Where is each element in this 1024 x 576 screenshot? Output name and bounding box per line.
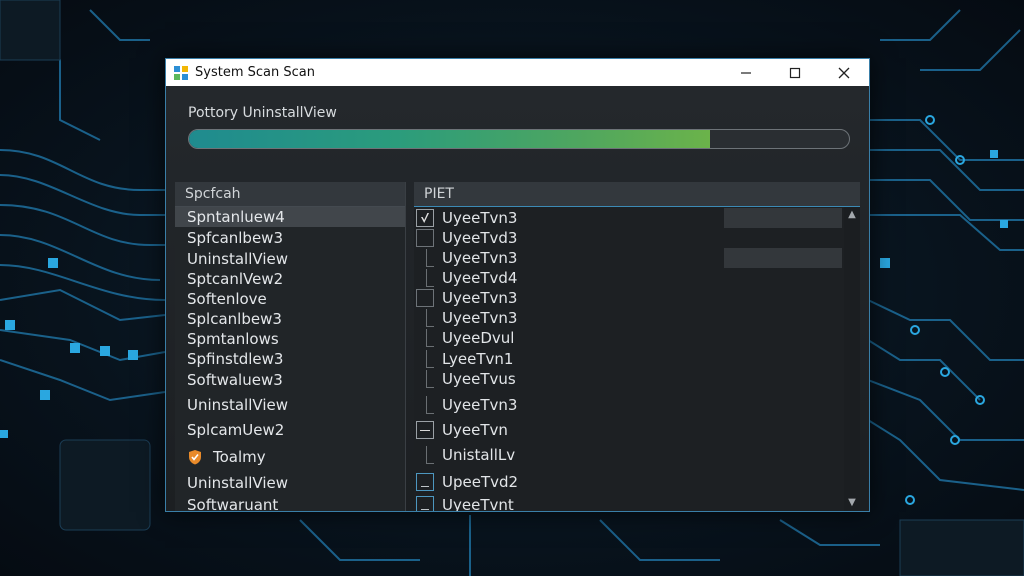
category-list-item-label: UninstallView bbox=[187, 396, 288, 414]
tree-item-label: UyeeTvn3 bbox=[442, 309, 518, 327]
tree-item[interactable]: UpeeTvd2 bbox=[414, 472, 844, 492]
category-list-item-label: Spfinstdlew3 bbox=[187, 350, 284, 368]
category-list-item-label: Splcanlbew3 bbox=[187, 310, 282, 328]
tree-item[interactable]: UyeeDvul bbox=[414, 328, 844, 348]
tree-connector-icon bbox=[416, 269, 434, 287]
item-checkbox[interactable] bbox=[416, 473, 434, 491]
scan-window: System Scan Scan Pottory UninstallView S… bbox=[165, 58, 870, 512]
progress-fill bbox=[189, 130, 711, 148]
tree-item[interactable]: UyeeTvd3 bbox=[414, 228, 844, 248]
tree-item[interactable]: UyeeTvn3 bbox=[414, 248, 844, 268]
category-list-item[interactable]: Splcanlbew3 bbox=[175, 309, 405, 329]
detail-tree-panel: PIET UyeeTvn3 UyeeTvd3 UyeeTvn3 UyeeTvd4 Uye… bbox=[414, 182, 860, 511]
category-list-item[interactable]: Spntanluew4 bbox=[175, 207, 405, 227]
tree-item[interactable]: UyeeTvnt bbox=[414, 495, 844, 512]
category-list-item-label: SptcanlVew2 bbox=[187, 270, 284, 288]
tree-connector-icon bbox=[416, 370, 434, 388]
category-list-item[interactable]: Spfcanlbew3 bbox=[175, 228, 405, 248]
category-list-item-label: UninstallView bbox=[187, 474, 288, 492]
scroll-down-arrow-icon[interactable]: ▼ bbox=[844, 495, 860, 511]
scan-progress-bar bbox=[188, 129, 850, 149]
tree-item-label: UyeeTvd4 bbox=[442, 269, 518, 287]
shield-icon bbox=[187, 449, 203, 465]
window-client-area: Pottory UninstallView Spcfcah Spntanluew… bbox=[166, 86, 869, 511]
category-list-item[interactable]: Softwaluew3 bbox=[175, 370, 405, 390]
category-list-item-label: Spmtanlows bbox=[187, 330, 279, 348]
tree-connector-icon bbox=[416, 329, 434, 347]
tree-item-label: UyeeTvn3 bbox=[442, 396, 518, 414]
tree-connector-icon bbox=[416, 446, 434, 464]
category-list-item[interactable]: Softenlove bbox=[175, 289, 405, 309]
vertical-scrollbar[interactable]: ▲ ▼ bbox=[844, 207, 860, 511]
category-list-item[interactable]: Spmtanlows bbox=[175, 329, 405, 349]
item-checkbox[interactable] bbox=[416, 496, 434, 511]
tree-item[interactable]: LyeeTvn1 bbox=[414, 349, 844, 369]
tree-item-label: UpeeTvd2 bbox=[442, 473, 519, 491]
close-icon bbox=[838, 67, 850, 78]
item-checkbox[interactable] bbox=[416, 421, 434, 439]
tree-item-label: UyeeTvn3 bbox=[442, 209, 518, 227]
category-list-item-label: SplcamUew2 bbox=[187, 421, 285, 439]
tree-item-label: LyeeTvn1 bbox=[442, 350, 514, 368]
title-bar[interactable]: System Scan Scan bbox=[166, 59, 869, 86]
item-checkbox[interactable] bbox=[416, 229, 434, 247]
minimize-icon bbox=[741, 71, 751, 74]
detail-tree-header[interactable]: PIET bbox=[414, 182, 860, 207]
scroll-up-arrow-icon[interactable]: ▲ bbox=[844, 207, 860, 223]
tree-connector-icon bbox=[416, 396, 434, 414]
tree-item[interactable]: UyeeTvn3 bbox=[414, 288, 844, 308]
tree-item-label: UnistallLv bbox=[442, 446, 516, 464]
category-list-header[interactable]: Spcfcah bbox=[175, 182, 405, 207]
tree-item-label: UyeeTvnt bbox=[442, 496, 514, 512]
window-title: System Scan Scan bbox=[195, 65, 315, 80]
category-list-panel: Spcfcah Spntanluew4 Spfcanlbew3 UninstallV… bbox=[175, 182, 406, 511]
scan-status-label: Pottory UninstallView bbox=[188, 105, 337, 121]
tree-item[interactable]: UyeeTvn3 bbox=[414, 208, 844, 228]
category-list-item[interactable]: Softwaruant bbox=[175, 495, 405, 512]
maximize-button[interactable] bbox=[772, 59, 818, 86]
minimize-button[interactable] bbox=[723, 59, 769, 86]
category-list-item-label: Softwaruant bbox=[187, 496, 279, 512]
tree-item-label: UyeeTvus bbox=[442, 370, 516, 388]
tree-connector-icon bbox=[416, 350, 434, 368]
app-shield-icon bbox=[173, 65, 189, 81]
category-list-item[interactable]: Toalmy bbox=[175, 447, 405, 467]
tree-item[interactable]: UyeeTvn3 bbox=[414, 395, 844, 415]
category-list-item-label: Spfcanlbew3 bbox=[187, 229, 283, 247]
tree-item[interactable]: UyeeTvd4 bbox=[414, 268, 844, 288]
maximize-icon bbox=[789, 67, 801, 78]
tree-connector-icon bbox=[416, 249, 434, 267]
tree-item[interactable]: UnistallLv bbox=[414, 445, 844, 465]
tree-item-label: UyeeTvd3 bbox=[442, 229, 518, 247]
category-list-item[interactable]: SptcanlVew2 bbox=[175, 269, 405, 289]
category-list-item-label: UninstallView bbox=[187, 250, 288, 268]
category-list-item[interactable]: UninstallView bbox=[175, 473, 405, 493]
tree-item[interactable]: UyeeTvus bbox=[414, 369, 844, 389]
item-checkbox[interactable] bbox=[416, 209, 434, 227]
tree-item-label: UyeeTvn3 bbox=[442, 289, 518, 307]
tree-item[interactable]: UyeeTvn bbox=[414, 420, 844, 440]
category-list-item[interactable]: UninstallView bbox=[175, 249, 405, 269]
tree-connector-icon bbox=[416, 309, 434, 327]
category-list-item[interactable]: SplcamUew2 bbox=[175, 420, 405, 440]
category-list-item[interactable]: UninstallView bbox=[175, 395, 405, 415]
tree-item-label: UyeeTvn bbox=[442, 421, 508, 439]
category-list-item-label: Softwaluew3 bbox=[187, 371, 283, 389]
tree-item-label: UyeeTvn3 bbox=[442, 249, 518, 267]
tree-item-label: UyeeDvul bbox=[442, 329, 515, 347]
category-list-item-label: Softenlove bbox=[187, 290, 267, 308]
close-button[interactable] bbox=[821, 59, 867, 86]
item-checkbox[interactable] bbox=[416, 289, 434, 307]
category-list-item[interactable]: Spfinstdlew3 bbox=[175, 349, 405, 369]
category-list-item-label: Spntanluew4 bbox=[187, 208, 285, 226]
tree-item[interactable]: UyeeTvn3 bbox=[414, 308, 844, 328]
category-list-item-label: Toalmy bbox=[213, 448, 266, 466]
